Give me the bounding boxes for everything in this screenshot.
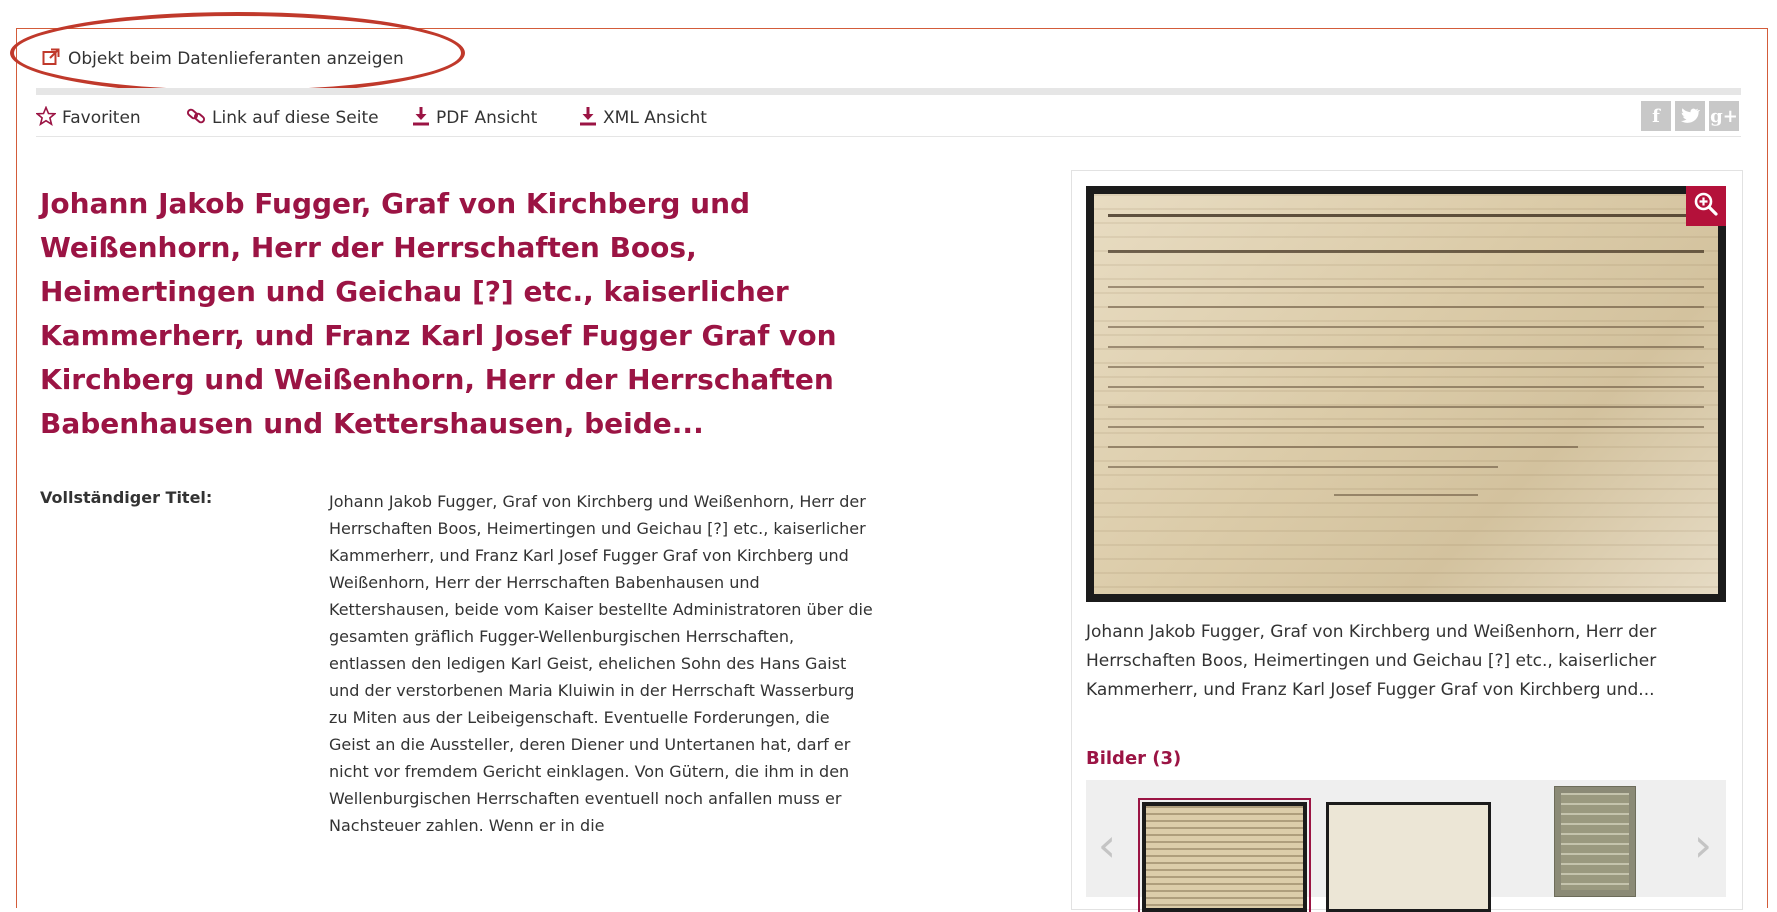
social-share: f g+ (1641, 101, 1739, 131)
facebook-icon[interactable]: f (1641, 101, 1671, 131)
favoriten-button[interactable]: Favoriten (35, 104, 141, 132)
full-title-label: Vollständiger Titel: (40, 488, 213, 507)
external-link-label: Objekt beim Datenlieferanten anzeigen (68, 49, 404, 69)
images-heading: Bilder (3) (1086, 748, 1182, 769)
carousel-prev-button[interactable]: ‹ (1092, 818, 1122, 872)
preview-image[interactable] (1086, 186, 1726, 602)
image-caption: Johann Jakob Fugger, Graf von Kirchberg … (1086, 622, 1657, 700)
googleplus-icon[interactable]: g+ (1709, 101, 1739, 131)
page-title: Johann Jakob Fugger, Graf von Kirchberg … (40, 187, 837, 440)
link-label: Link auf diese Seite (212, 108, 379, 128)
star-icon (35, 104, 57, 131)
pdf-button[interactable]: PDF Ansicht (412, 104, 537, 132)
download-icon (412, 106, 430, 131)
thumbnail-1[interactable] (1138, 798, 1311, 912)
divider-bar (36, 88, 1741, 95)
thumbnail-2[interactable] (1326, 802, 1491, 912)
zoom-in-button[interactable] (1686, 186, 1726, 226)
pdf-label: PDF Ansicht (436, 108, 538, 128)
xml-label: XML Ansicht (603, 108, 707, 128)
full-title-value: Johann Jakob Fugger, Graf von Kirchberg … (329, 492, 873, 835)
thumbnail-image (1329, 805, 1488, 909)
download-icon (579, 106, 597, 131)
carousel-next-button[interactable]: › (1688, 818, 1718, 872)
zoom-in-icon (1693, 191, 1719, 221)
twitter-icon[interactable] (1675, 101, 1705, 131)
document-image (1094, 194, 1718, 594)
external-link-icon (42, 48, 60, 71)
link-button[interactable]: Link auf diese Seite (186, 104, 379, 132)
external-link[interactable]: Objekt beim Datenlieferanten anzeigen (42, 46, 404, 72)
chevron-right-icon: › (1693, 818, 1713, 872)
thumbnail-image (1561, 793, 1629, 890)
chevron-left-icon: ‹ (1097, 818, 1117, 872)
action-toolbar: Favoriten Link auf diese Seite PDF Ansic… (35, 101, 1741, 137)
thumbnail-3[interactable] (1554, 786, 1636, 897)
xml-button[interactable]: XML Ansicht (579, 104, 707, 132)
thumbnail-image (1146, 806, 1303, 908)
favoriten-label: Favoriten (62, 108, 141, 128)
image-carousel: ‹ › (1086, 780, 1726, 912)
link-icon (186, 106, 206, 131)
